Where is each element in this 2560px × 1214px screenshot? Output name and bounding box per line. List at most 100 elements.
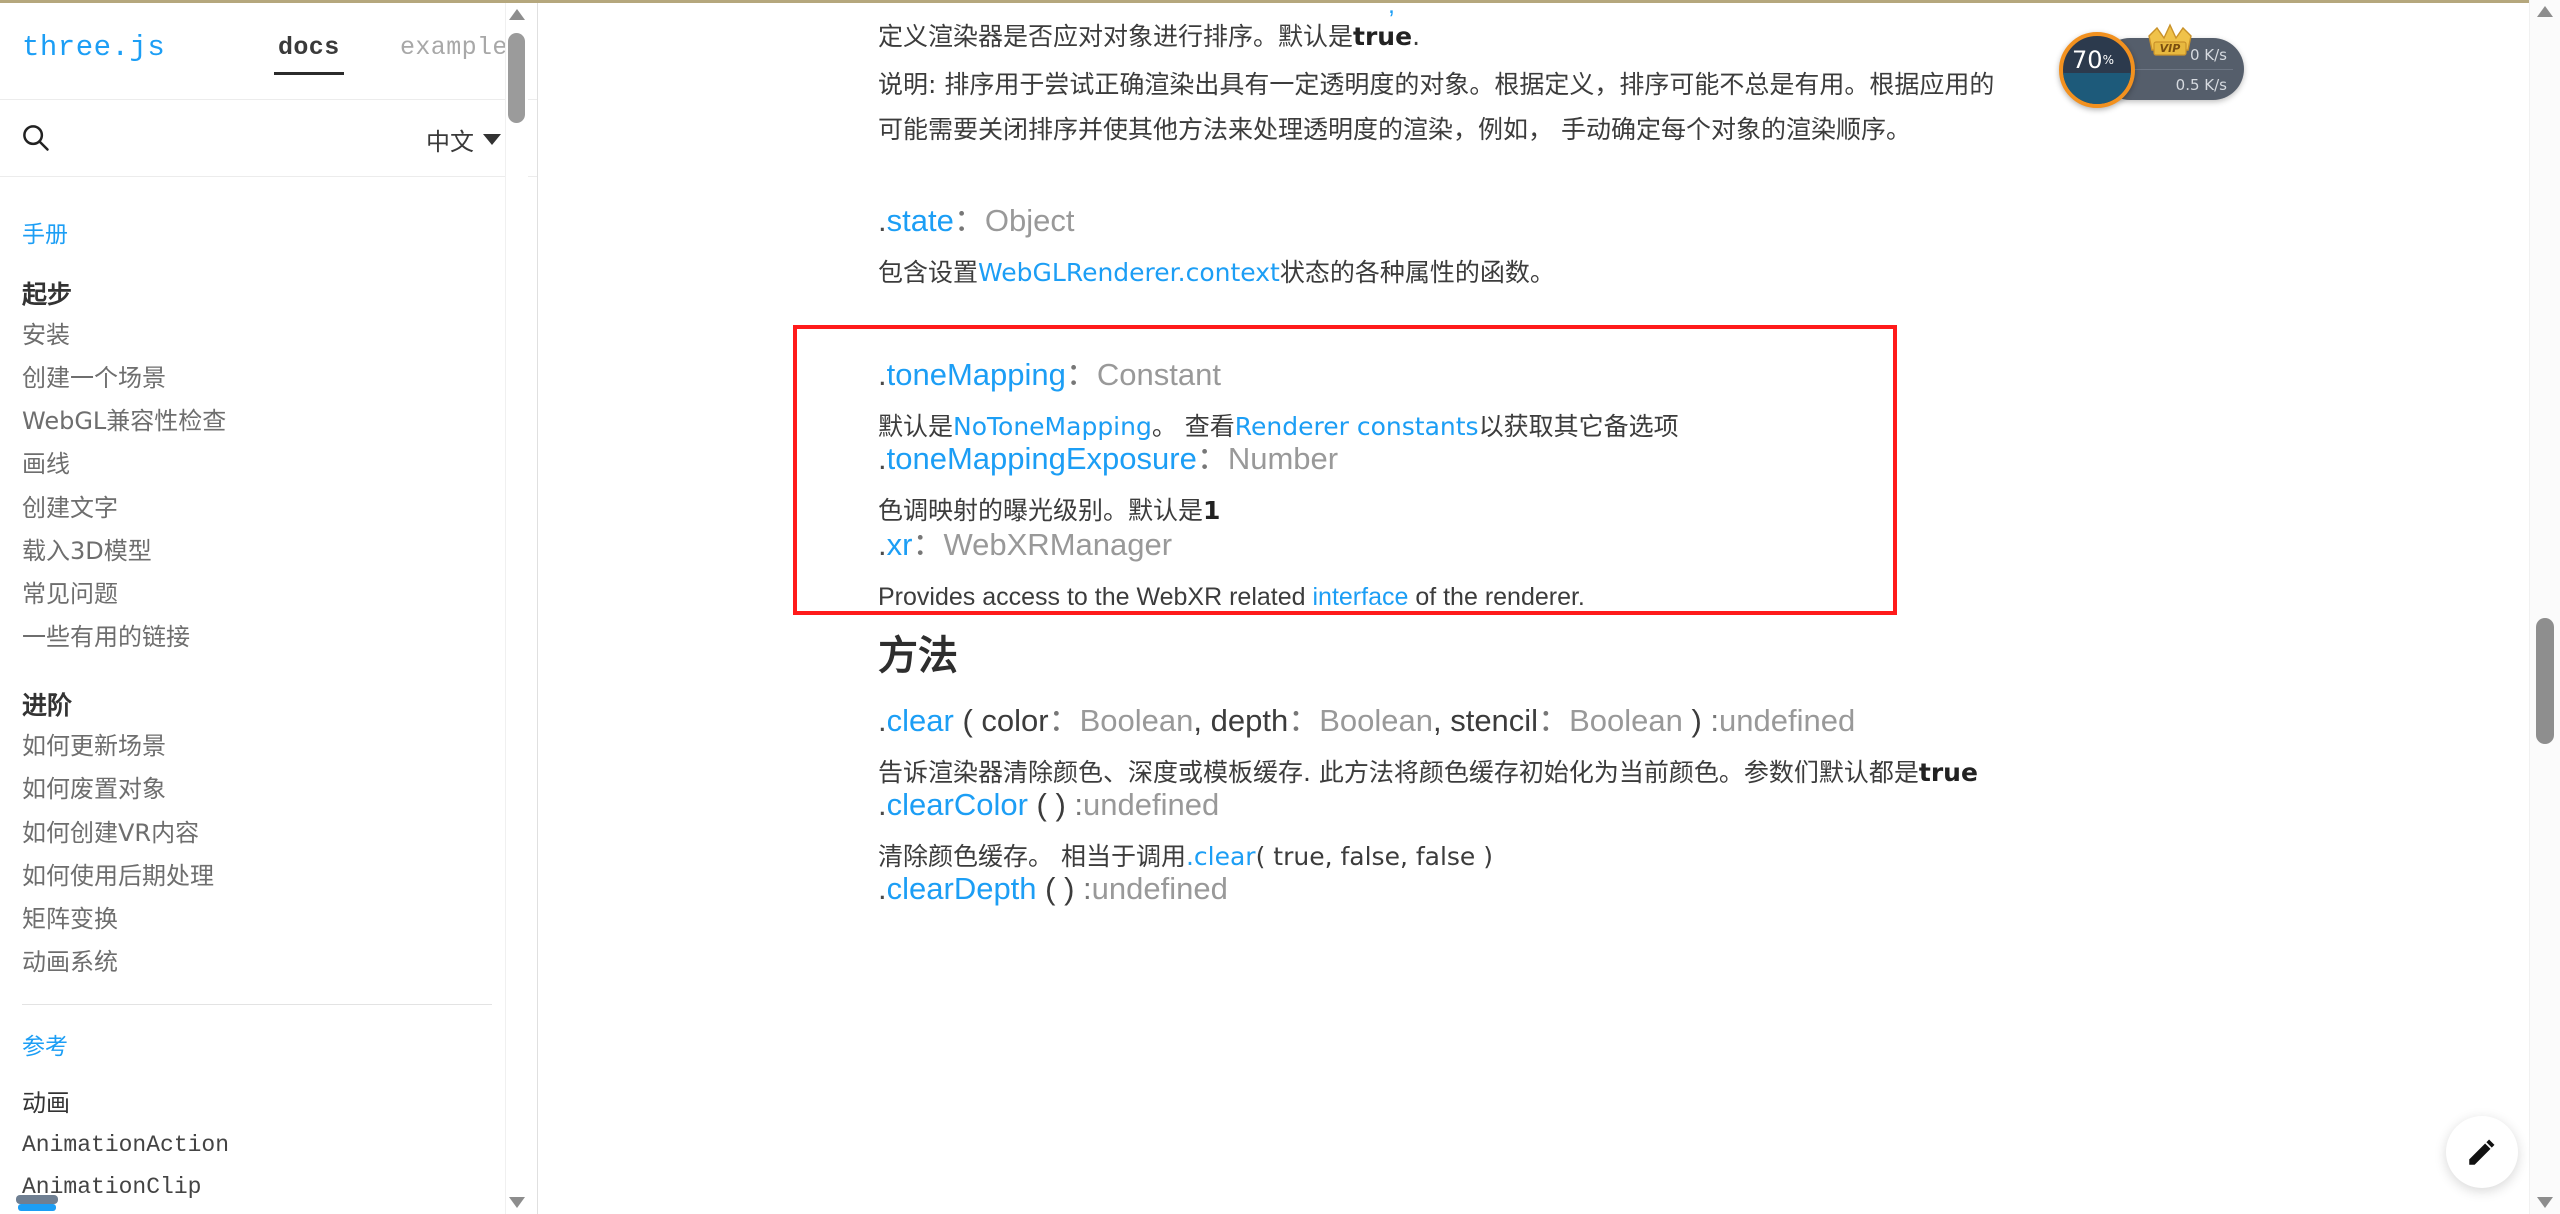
chevron-down-icon	[483, 134, 501, 145]
property-tonemappingexposure: .toneMappingExposure：Number 色调映射的曝光级别。默认…	[878, 439, 2538, 536]
sidebar-item-animation-action[interactable]: AnimationAction	[22, 1130, 537, 1161]
sidebar-item-webgl-compatibility[interactable]: WebGL兼容性检查	[22, 405, 537, 437]
sidebar-nav[interactable]: 手册 起步 安装 创建一个场景 WebGL兼容性检查 画线 创建文字 载入3D模…	[0, 177, 537, 1214]
sidebar-item-how-to-dispose-of-objects[interactable]: 如何废置对象	[22, 773, 537, 805]
method-cleardepth-open-paren: (	[1036, 871, 1065, 906]
method-cleardepth-return-type: undefined	[1091, 871, 1228, 906]
main-scrollbar[interactable]	[2529, 0, 2560, 1214]
property-xr-signature: .xr：WebXRManager	[878, 525, 2538, 565]
property-state: .state：Object 包含设置WebGLRenderer.context状…	[878, 201, 2538, 298]
method-cleardepth-dot: .	[878, 871, 887, 906]
clearcolor-desc-link-clear[interactable]: .clear	[1186, 842, 1256, 871]
paragraph-sort-objects-text: 定义渲染器是否应对对象进行排序。默认是true.	[878, 17, 2538, 58]
sidebar-item-creating-a-scene[interactable]: 创建一个场景	[22, 362, 537, 394]
scroll-down-arrow[interactable]	[509, 1197, 525, 1208]
property-state-name[interactable]: state	[887, 203, 954, 238]
language-label: 中文	[426, 128, 474, 156]
method-cleardepth-close-paren: )	[1064, 871, 1084, 906]
property-tonemapping: .toneMapping：Constant 默认是NoToneMapping。 …	[878, 355, 2538, 452]
tonemappingexposure-desc-default: 1	[1203, 496, 1221, 526]
sidebar-item-install[interactable]: 安装	[22, 319, 537, 351]
property-tonemapping-separator: ：	[1065, 357, 1097, 392]
method-clearcolor-dot: .	[878, 787, 887, 822]
edit-page-button[interactable]	[2446, 1116, 2518, 1188]
svg-text:VIP: VIP	[2160, 42, 2181, 55]
state-desc-link[interactable]: WebGLRenderer.context	[978, 258, 1280, 287]
language-selector[interactable]: 中文	[426, 122, 501, 157]
method-clear-open-paren: (	[953, 703, 982, 738]
sidebar-scrollbar-thumb[interactable]	[508, 33, 525, 123]
property-tonemapping-name[interactable]: toneMapping	[887, 357, 1066, 392]
property-state-signature: .state：Object	[878, 201, 2538, 241]
sidebar-item-animation-clip[interactable]: AnimationClip	[22, 1172, 537, 1203]
sidebar-group-title-advanced: 进阶	[22, 692, 73, 721]
tonemapping-desc-link-renderer-constants[interactable]: Renderer constants	[1235, 412, 1479, 441]
sidebar-item-faq[interactable]: 常见问题	[22, 578, 537, 610]
state-desc-part-0: 包含设置	[878, 258, 979, 288]
method-clear-dot: .	[878, 703, 887, 738]
download-progress-percent-symbol: %	[2102, 53, 2114, 67]
method-clearcolor-signature: .clearColor ( ) :undefined	[878, 785, 2538, 825]
method-clear-param-1-type: Boolean	[1319, 703, 1433, 738]
tab-docs[interactable]: docs	[274, 33, 344, 75]
download-manager-widget[interactable]: 0 K/s 0.5 K/s VIP 70%	[2059, 23, 2244, 108]
sidebar-section-manual[interactable]: 手册	[22, 215, 537, 249]
sidebar-item-how-to-use-post-processing[interactable]: 如何使用后期处理	[22, 860, 537, 892]
method-clear-param-0-name: color	[981, 703, 1049, 738]
property-tonemappingexposure-name[interactable]: toneMappingExposure	[887, 441, 1197, 476]
sidebar-item-matrix-transformations[interactable]: 矩阵变换	[22, 903, 537, 935]
method-clear-close-paren: )	[1682, 703, 1711, 738]
method-clear-param-2-name: stencil	[1450, 703, 1539, 738]
property-xr-name[interactable]: xr	[887, 527, 913, 562]
sidebar-item-drawing-lines[interactable]: 画线	[22, 448, 537, 480]
method-clearcolor-close-paren: )	[1055, 787, 1075, 822]
method-clear-name[interactable]: clear	[887, 703, 954, 738]
brand-logo[interactable]: three.js	[22, 31, 165, 64]
property-xr-dot: .	[878, 527, 887, 562]
clear-desc-part-0: 告诉渲染器清除颜色、深度或模板缓存. 此方法将颜色缓存初始化为当前颜色。参数们默…	[878, 758, 1919, 788]
clear-desc-default: true	[1918, 758, 1978, 788]
sidebar-header: three.js docs examples	[0, 3, 537, 100]
property-state-type: Object	[984, 203, 1075, 238]
property-xr: .xr：WebXRManager Provides access to the …	[878, 525, 2538, 622]
property-tonemappingexposure-type: Number	[1227, 441, 1339, 476]
download-progress-value: 70	[2072, 46, 2103, 74]
property-state-dot: .	[878, 203, 887, 238]
methods-heading-text: 方法	[878, 633, 958, 679]
sidebar-item-loading-3d-models[interactable]: 载入3D模型	[22, 535, 537, 567]
property-tonemapping-dot: .	[878, 357, 887, 392]
scroll-up-arrow[interactable]	[509, 9, 525, 20]
property-xr-type: WebXRManager	[943, 527, 1173, 562]
scroll-up-arrow[interactable]	[2537, 6, 2553, 17]
xr-desc-link-interface[interactable]: interface	[1312, 583, 1408, 611]
sidebar-item-creating-text[interactable]: 创建文字	[22, 492, 537, 524]
search-icon[interactable]	[20, 122, 50, 152]
method-clearcolor-name[interactable]: clearColor	[887, 787, 1028, 822]
sidebar-item-how-to-update-things[interactable]: 如何更新场景	[22, 730, 537, 762]
sidebar-item-useful-links[interactable]: 一些有用的链接	[22, 621, 537, 653]
main-scrollbar-thumb[interactable]	[2536, 618, 2554, 744]
sidebar-group-title-getting-started: 起步	[22, 281, 73, 309]
method-clear-param-2-sep: ：	[1538, 703, 1570, 738]
download-progress-label: 70%	[2059, 26, 2127, 94]
scroll-down-arrow[interactable]	[2537, 1197, 2553, 1208]
sidebar-item-how-to-create-vr-content[interactable]: 如何创建VR内容	[22, 817, 537, 849]
sidebar-panel: three.js docs examples 中文 手册 起步 安装 创建一个场…	[0, 3, 538, 1214]
paragraph-sort-note-line1: 说明: 排序用于尝试正确渲染出具有一定透明度的对象。根据定义，排序可能不总是有用…	[878, 70, 1995, 99]
clipped-top-link-text: ,	[1388, 3, 1395, 17]
method-cleardepth-name[interactable]: clearDepth	[887, 871, 1037, 906]
method-clear-return-type: undefined	[1719, 703, 1856, 738]
page-root: three.js docs examples 中文 手册 起步 安装 创建一个场…	[0, 0, 2560, 1214]
pencil-edit-icon	[2469, 1139, 2495, 1165]
paragraph-sort-note: 说明: 排序用于尝试正确渲染出具有一定透明度的对象。根据定义，排序可能不总是有用…	[878, 65, 2538, 154]
method-clearcolor-return-type: undefined	[1083, 787, 1220, 822]
sidebar-section-reference[interactable]: 参考	[22, 1027, 537, 1061]
tonemapping-desc-link-notonemapping[interactable]: NoToneMapping	[953, 412, 1152, 441]
clearcolor-desc-part-2: ( true, false, false )	[1255, 842, 1494, 872]
method-clear-ret-sep: :	[1710, 703, 1720, 738]
method-clear-comma-0: ,	[1193, 703, 1211, 738]
sidebar-item-animation-system[interactable]: 动画系统	[22, 946, 537, 978]
sidebar-scrollbar[interactable]	[505, 3, 528, 1214]
tonemapping-desc-part-2: 。 查看	[1151, 412, 1235, 442]
